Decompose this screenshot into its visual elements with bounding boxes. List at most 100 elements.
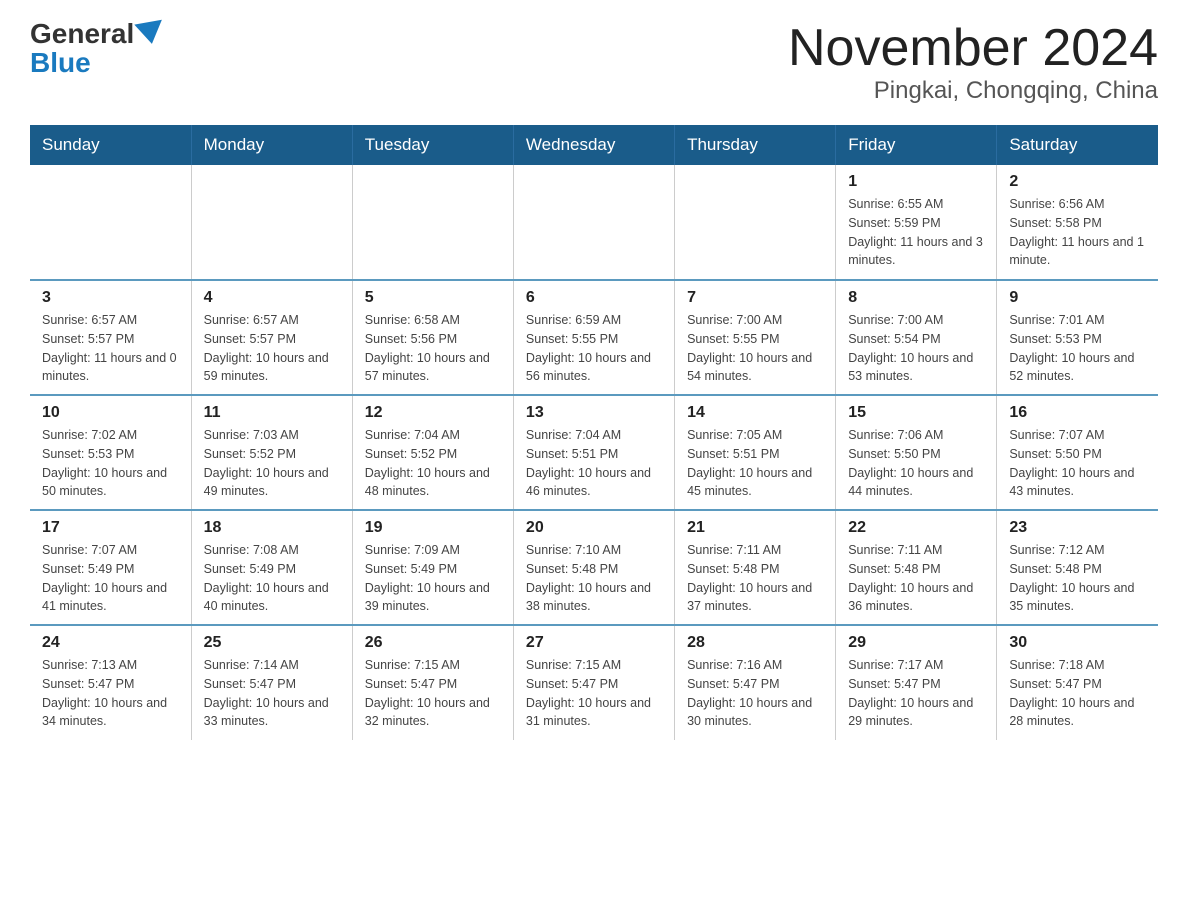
day-info: Sunrise: 6:57 AMSunset: 5:57 PMDaylight:… [42, 311, 179, 386]
day-number: 28 [687, 634, 823, 652]
calendar-cell: 26 Sunrise: 7:15 AMSunset: 5:47 PMDayligh… [352, 625, 513, 740]
day-info: Sunrise: 7:10 AMSunset: 5:48 PMDaylight:… [526, 541, 662, 616]
calendar-cell [513, 165, 674, 280]
week-row-4: 17Sunrise: 7:07 AMSunset: 5:49 PMDayligh… [30, 510, 1158, 625]
calendar-cell: 6 Sunrise: 6:59 AMSunset: 5:55 PMDaylight… [513, 280, 674, 395]
day-info: Sunrise: 7:01 AMSunset: 5:53 PMDaylight:… [1009, 311, 1146, 386]
calendar-cell: 23 Sunrise: 7:12 AMSunset: 5:48 PMDayligh… [997, 510, 1158, 625]
day-number: 26 [365, 634, 501, 652]
calendar-cell: 14Sunrise: 7:05 AMSunset: 5:51 PMDayligh… [675, 395, 836, 510]
day-number: 10 [42, 404, 179, 422]
page-header: General Blue November 2024 Pingkai, Chon… [30, 20, 1158, 105]
calendar-cell: 8 Sunrise: 7:00 AMSunset: 5:54 PMDaylight… [836, 280, 997, 395]
weekday-header-tuesday: Tuesday [352, 125, 513, 165]
calendar-cell: 16 Sunrise: 7:07 AMSunset: 5:50 PMDayligh… [997, 395, 1158, 510]
day-number: 30 [1009, 634, 1146, 652]
day-info: Sunrise: 7:11 AMSunset: 5:48 PMDaylight:… [687, 541, 823, 616]
day-info: Sunrise: 7:04 AMSunset: 5:51 PMDaylight:… [526, 426, 662, 501]
day-number: 5 [365, 289, 501, 307]
logo-blue-text: Blue [30, 48, 164, 79]
calendar-cell: 29 Sunrise: 7:17 AMSunset: 5:47 PMDayligh… [836, 625, 997, 740]
day-number: 23 [1009, 519, 1146, 537]
day-info: Sunrise: 7:16 AMSunset: 5:47 PMDaylight:… [687, 656, 823, 731]
day-number: 27 [526, 634, 662, 652]
calendar-cell: 19 Sunrise: 7:09 AMSunset: 5:49 PMDayligh… [352, 510, 513, 625]
day-info: Sunrise: 7:12 AMSunset: 5:48 PMDaylight:… [1009, 541, 1146, 616]
day-number: 17 [42, 519, 179, 537]
day-number: 1 [848, 173, 984, 191]
day-info: Sunrise: 7:17 AMSunset: 5:47 PMDaylight:… [848, 656, 984, 731]
calendar-cell: 12 Sunrise: 7:04 AMSunset: 5:52 PMDayligh… [352, 395, 513, 510]
calendar-cell: 4 Sunrise: 6:57 AMSunset: 5:57 PMDaylight… [191, 280, 352, 395]
day-number: 25 [204, 634, 340, 652]
day-number: 4 [204, 289, 340, 307]
calendar-cell [30, 165, 191, 280]
logo-general-text: General [30, 20, 134, 48]
day-number: 15 [848, 404, 984, 422]
day-number: 16 [1009, 404, 1146, 422]
calendar-cell: 22Sunrise: 7:11 AMSunset: 5:48 PMDayligh… [836, 510, 997, 625]
day-info: Sunrise: 7:08 AMSunset: 5:49 PMDaylight:… [204, 541, 340, 616]
logo: General Blue [30, 20, 164, 79]
day-number: 13 [526, 404, 662, 422]
calendar-cell [191, 165, 352, 280]
weekday-header-saturday: Saturday [997, 125, 1158, 165]
weekday-header-sunday: Sunday [30, 125, 191, 165]
calendar-cell: 21Sunrise: 7:11 AMSunset: 5:48 PMDayligh… [675, 510, 836, 625]
day-info: Sunrise: 7:15 AMSunset: 5:47 PMDaylight:… [365, 656, 501, 731]
day-info: Sunrise: 6:58 AMSunset: 5:56 PMDaylight:… [365, 311, 501, 386]
day-number: 14 [687, 404, 823, 422]
week-row-3: 10 Sunrise: 7:02 AMSunset: 5:53 PMDayligh… [30, 395, 1158, 510]
weekday-header-thursday: Thursday [675, 125, 836, 165]
calendar-cell: 9 Sunrise: 7:01 AMSunset: 5:53 PMDaylight… [997, 280, 1158, 395]
day-number: 9 [1009, 289, 1146, 307]
day-info: Sunrise: 7:04 AMSunset: 5:52 PMDaylight:… [365, 426, 501, 501]
day-info: Sunrise: 7:13 AMSunset: 5:47 PMDaylight:… [42, 656, 179, 731]
day-info: Sunrise: 7:00 AMSunset: 5:54 PMDaylight:… [848, 311, 984, 386]
day-number: 12 [365, 404, 501, 422]
day-info: Sunrise: 6:56 AMSunset: 5:58 PMDaylight:… [1009, 195, 1146, 270]
week-row-2: 3 Sunrise: 6:57 AMSunset: 5:57 PMDaylight… [30, 280, 1158, 395]
calendar-cell: 15 Sunrise: 7:06 AMSunset: 5:50 PMDayligh… [836, 395, 997, 510]
logo-triangle-icon [135, 20, 166, 47]
day-info: Sunrise: 7:14 AMSunset: 5:47 PMDaylight:… [204, 656, 340, 731]
calendar-cell: 30 Sunrise: 7:18 AMSunset: 5:47 PMDayligh… [997, 625, 1158, 740]
day-number: 2 [1009, 173, 1146, 191]
calendar-cell: 18Sunrise: 7:08 AMSunset: 5:49 PMDayligh… [191, 510, 352, 625]
day-number: 6 [526, 289, 662, 307]
calendar-cell: 20 Sunrise: 7:10 AMSunset: 5:48 PMDayligh… [513, 510, 674, 625]
calendar-cell [352, 165, 513, 280]
day-number: 20 [526, 519, 662, 537]
weekday-header-wednesday: Wednesday [513, 125, 674, 165]
day-info: Sunrise: 7:06 AMSunset: 5:50 PMDaylight:… [848, 426, 984, 501]
day-number: 3 [42, 289, 179, 307]
calendar-cell: 1Sunrise: 6:55 AMSunset: 5:59 PMDaylight… [836, 165, 997, 280]
calendar-cell: 13 Sunrise: 7:04 AMSunset: 5:51 PMDayligh… [513, 395, 674, 510]
calendar-cell: 27Sunrise: 7:15 AMSunset: 5:47 PMDayligh… [513, 625, 674, 740]
calendar-cell: 11 Sunrise: 7:03 AMSunset: 5:52 PMDayligh… [191, 395, 352, 510]
day-number: 8 [848, 289, 984, 307]
day-info: Sunrise: 7:00 AMSunset: 5:55 PMDaylight:… [687, 311, 823, 386]
week-row-1: 1Sunrise: 6:55 AMSunset: 5:59 PMDaylight… [30, 165, 1158, 280]
day-info: Sunrise: 7:07 AMSunset: 5:50 PMDaylight:… [1009, 426, 1146, 501]
calendar-cell: 7Sunrise: 7:00 AMSunset: 5:55 PMDaylight… [675, 280, 836, 395]
week-row-5: 24Sunrise: 7:13 AMSunset: 5:47 PMDayligh… [30, 625, 1158, 740]
weekday-header-friday: Friday [836, 125, 997, 165]
weekday-header-monday: Monday [191, 125, 352, 165]
calendar-cell: 10 Sunrise: 7:02 AMSunset: 5:53 PMDayligh… [30, 395, 191, 510]
day-info: Sunrise: 7:03 AMSunset: 5:52 PMDaylight:… [204, 426, 340, 501]
day-info: Sunrise: 7:18 AMSunset: 5:47 PMDaylight:… [1009, 656, 1146, 731]
calendar-cell: 2 Sunrise: 6:56 AMSunset: 5:58 PMDaylight… [997, 165, 1158, 280]
calendar-cell: 5 Sunrise: 6:58 AMSunset: 5:56 PMDaylight… [352, 280, 513, 395]
day-info: Sunrise: 7:09 AMSunset: 5:49 PMDaylight:… [365, 541, 501, 616]
day-number: 11 [204, 404, 340, 422]
day-number: 29 [848, 634, 984, 652]
calendar-title: November 2024 [788, 20, 1158, 77]
calendar-cell: 17Sunrise: 7:07 AMSunset: 5:49 PMDayligh… [30, 510, 191, 625]
day-info: Sunrise: 7:02 AMSunset: 5:53 PMDaylight:… [42, 426, 179, 501]
day-info: Sunrise: 6:57 AMSunset: 5:57 PMDaylight:… [204, 311, 340, 386]
day-info: Sunrise: 6:59 AMSunset: 5:55 PMDaylight:… [526, 311, 662, 386]
calendar-cell: 25 Sunrise: 7:14 AMSunset: 5:47 PMDayligh… [191, 625, 352, 740]
day-number: 19 [365, 519, 501, 537]
title-block: November 2024 Pingkai, Chongqing, China [788, 20, 1158, 105]
